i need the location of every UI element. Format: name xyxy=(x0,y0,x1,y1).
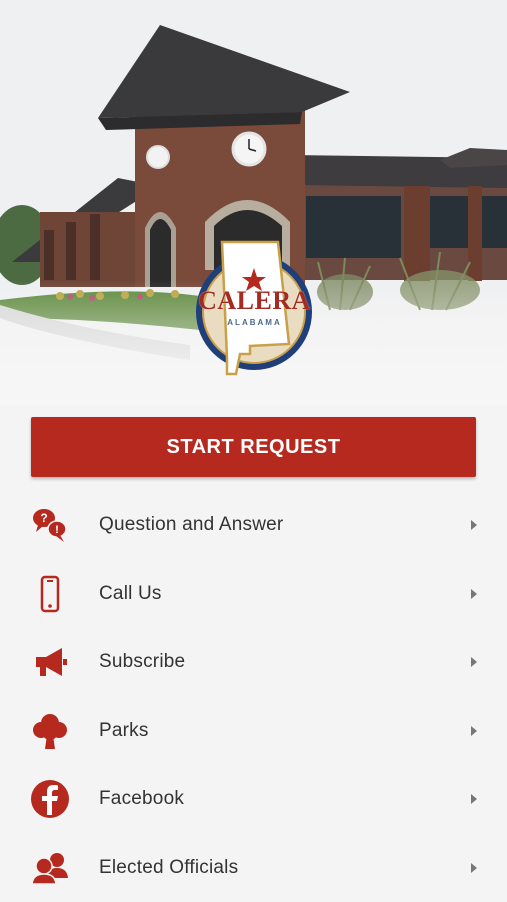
menu-item-label: Parks xyxy=(99,720,149,742)
cta-section: START REQUEST xyxy=(0,405,507,477)
facebook-icon xyxy=(30,779,70,819)
chevron-right-icon xyxy=(471,589,477,599)
menu-item-label: Subscribe xyxy=(99,651,185,673)
menu-item-label: Question and Answer xyxy=(99,514,283,536)
chevron-right-icon xyxy=(471,863,477,873)
tree-icon xyxy=(30,711,70,751)
phone-icon xyxy=(30,574,70,614)
menu-item-question-answer[interactable]: ? ! Question and Answer xyxy=(0,491,507,560)
officials-icon xyxy=(30,848,70,888)
svg-text:?: ? xyxy=(40,511,47,525)
logo-wordmark: CALERA xyxy=(192,286,317,316)
menu-item-call-us[interactable]: Call Us xyxy=(0,560,507,629)
chevron-right-icon xyxy=(471,657,477,667)
chevron-right-icon xyxy=(471,520,477,530)
menu-item-label: Call Us xyxy=(99,583,162,605)
menu-item-parks[interactable]: Parks xyxy=(0,697,507,766)
menu-item-label: Elected Officials xyxy=(99,857,238,879)
chevron-right-icon xyxy=(471,726,477,736)
menu-item-label: Facebook xyxy=(99,788,184,810)
menu-item-facebook[interactable]: Facebook xyxy=(0,765,507,834)
question-answer-icon: ? ! xyxy=(30,505,70,545)
chevron-right-icon xyxy=(471,794,477,804)
megaphone-icon xyxy=(30,642,70,682)
start-request-button[interactable]: START REQUEST xyxy=(31,417,476,477)
hero-banner: CALERA ALABAMA xyxy=(0,0,507,405)
svg-text:!: ! xyxy=(55,524,59,536)
logo-state: ALABAMA xyxy=(192,318,317,327)
menu-item-elected-officials[interactable]: Elected Officials xyxy=(0,834,507,902)
main-menu: ? ! Question and Answer Call Us xyxy=(0,491,507,902)
menu-item-subscribe[interactable]: Subscribe xyxy=(0,628,507,697)
